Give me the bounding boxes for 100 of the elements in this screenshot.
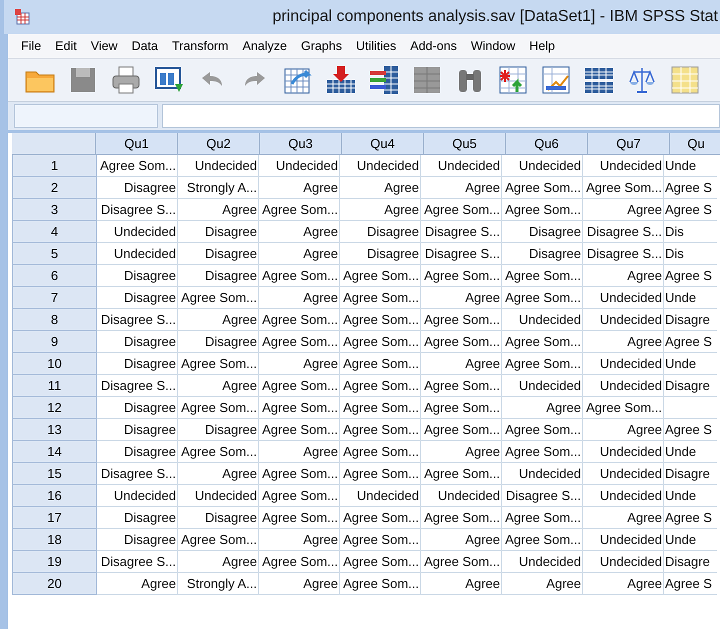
table-cell: Disagree S... bbox=[583, 221, 664, 243]
table-cell: Agree Som... bbox=[259, 551, 340, 573]
column-header[interactable]: Qu2 bbox=[178, 133, 260, 155]
row-header[interactable]: 9 bbox=[12, 331, 97, 353]
menu-item[interactable]: Graphs bbox=[294, 39, 349, 53]
table-cell: Unde bbox=[664, 441, 717, 463]
cell-name-field[interactable] bbox=[14, 104, 158, 128]
table-cell: Agree Som... bbox=[340, 551, 421, 573]
table-cell: Agree bbox=[259, 287, 340, 309]
table-cell: Disagree bbox=[178, 331, 259, 353]
table-cell: Agree Som... bbox=[340, 375, 421, 397]
column-header[interactable]: Qu3 bbox=[260, 133, 342, 155]
row-header[interactable]: 11 bbox=[12, 375, 97, 397]
table-cell: Disagree bbox=[502, 221, 583, 243]
menu-item[interactable]: Edit bbox=[48, 39, 84, 53]
table-cell: Agree Som... bbox=[502, 419, 583, 441]
row-header[interactable]: 10 bbox=[12, 353, 97, 375]
split-file-icon[interactable] bbox=[411, 64, 443, 96]
table-cell: Agree Som... bbox=[421, 507, 502, 529]
table-cell: Agree Som... bbox=[421, 419, 502, 441]
table-cell: Undecided bbox=[259, 155, 340, 177]
menu-item[interactable]: View bbox=[84, 39, 125, 53]
table-cell: Agree Som... bbox=[178, 441, 259, 463]
table-cell: Disagree S... bbox=[421, 221, 502, 243]
row-header[interactable]: 14 bbox=[12, 441, 97, 463]
table-cell: Disagre bbox=[664, 551, 717, 573]
table-cell: Agree Som... bbox=[259, 485, 340, 507]
row-header[interactable]: 17 bbox=[12, 507, 97, 529]
spreadsheet-icon[interactable] bbox=[669, 64, 701, 96]
row-header[interactable]: 15 bbox=[12, 463, 97, 485]
row-header[interactable]: 4 bbox=[12, 221, 97, 243]
row-header[interactable]: 7 bbox=[12, 287, 97, 309]
table-cell: Disagre bbox=[664, 463, 717, 485]
row-header[interactable]: 16 bbox=[12, 485, 97, 507]
table-cell: Agree S bbox=[664, 419, 717, 441]
menu-item[interactable]: Analyze bbox=[235, 39, 294, 53]
row-header[interactable]: 19 bbox=[12, 551, 97, 573]
row-header[interactable]: 13 bbox=[12, 419, 97, 441]
table-cell: Agree Som... bbox=[421, 463, 502, 485]
row-header[interactable]: 6 bbox=[12, 265, 97, 287]
menu-item[interactable]: Window bbox=[464, 39, 522, 53]
printer-icon[interactable] bbox=[110, 64, 142, 96]
row-header[interactable]: 12 bbox=[12, 397, 97, 419]
cell-value-field[interactable] bbox=[162, 104, 720, 128]
table-cell: Agree Som... bbox=[340, 353, 421, 375]
table-cell: Agree Som... bbox=[340, 287, 421, 309]
table-cell: Agree bbox=[583, 331, 664, 353]
table-cell: Agree bbox=[259, 221, 340, 243]
table-cell: Agree bbox=[502, 573, 583, 595]
table-cell: Undecided bbox=[583, 551, 664, 573]
table-cell: Undecided bbox=[421, 485, 502, 507]
column-header[interactable]: Qu bbox=[670, 133, 720, 155]
chart-table-icon[interactable] bbox=[540, 64, 572, 96]
table-cell: Agree bbox=[259, 441, 340, 463]
table-cell: Agree Som... bbox=[259, 397, 340, 419]
table-cell: Disagree bbox=[97, 331, 178, 353]
menu-item[interactable]: Utilities bbox=[348, 39, 404, 53]
table-cell: Disagree bbox=[97, 441, 178, 463]
table-cell: Agree S bbox=[664, 199, 717, 221]
table-cell: Undecided bbox=[583, 375, 664, 397]
table-cell: Agree Som... bbox=[340, 265, 421, 287]
row-header[interactable]: 3 bbox=[12, 199, 97, 221]
table-cell: Agree Som... bbox=[259, 199, 340, 221]
table-cell: Undecided bbox=[421, 155, 502, 177]
row-header[interactable]: 18 bbox=[12, 529, 97, 551]
column-header[interactable]: Qu1 bbox=[96, 133, 178, 155]
row-header[interactable]: 20 bbox=[12, 573, 97, 595]
table-cell: Disagree S... bbox=[583, 243, 664, 265]
table-cell: Disagree bbox=[502, 243, 583, 265]
table-cell: Agree bbox=[583, 573, 664, 595]
menu-item[interactable]: File bbox=[14, 39, 48, 53]
menu-item[interactable]: Transform bbox=[164, 39, 236, 53]
insert-row-icon[interactable] bbox=[325, 64, 357, 96]
table-cell: Agree Som... bbox=[421, 309, 502, 331]
table-cell: Disagree S... bbox=[97, 309, 178, 331]
row-header[interactable]: 1 bbox=[12, 155, 97, 177]
column-header[interactable]: Qu5 bbox=[424, 133, 506, 155]
value-labels-icon[interactable] bbox=[497, 64, 529, 96]
insert-column-icon[interactable] bbox=[368, 64, 400, 96]
table-cell: Undecided bbox=[583, 309, 664, 331]
column-header[interactable]: Qu7 bbox=[588, 133, 670, 155]
table-cell: Disagree S... bbox=[97, 375, 178, 397]
table-cell: Agree bbox=[583, 419, 664, 441]
table-cell: Agree Som... bbox=[583, 177, 664, 199]
table-cell: Agree Som... bbox=[502, 507, 583, 529]
row-header[interactable]: 2 bbox=[12, 177, 97, 199]
menu-item[interactable]: Add-ons bbox=[403, 39, 464, 53]
column-header[interactable]: Qu6 bbox=[506, 133, 588, 155]
table-cell: Undecided bbox=[583, 441, 664, 463]
table-cell: Agree bbox=[340, 177, 421, 199]
table-cell: Agree S bbox=[664, 265, 717, 287]
menu-item[interactable]: Help bbox=[522, 39, 562, 53]
column-header[interactable]: Qu4 bbox=[342, 133, 424, 155]
row-header[interactable]: 8 bbox=[12, 309, 97, 331]
table-cell: Agree S bbox=[664, 177, 717, 199]
row-header[interactable]: 5 bbox=[12, 243, 97, 265]
menu-item[interactable]: Data bbox=[124, 39, 165, 53]
table-cell: Disagree bbox=[97, 507, 178, 529]
table-cell: Agree Som... bbox=[340, 529, 421, 551]
table-cell: Agree Som... bbox=[421, 375, 502, 397]
